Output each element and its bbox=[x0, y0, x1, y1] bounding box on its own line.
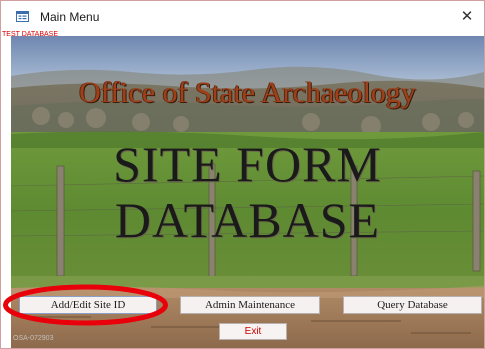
form-body: TEST DATABASE Office of State Archaeolog… bbox=[1, 31, 484, 348]
exit-button[interactable]: Exit bbox=[219, 323, 287, 340]
test-database-label: TEST DATABASE bbox=[2, 31, 59, 38]
title-bar[interactable]: Main Menu ✕ bbox=[1, 1, 484, 31]
close-icon: ✕ bbox=[460, 7, 474, 25]
office-heading: Office of State Archaeology bbox=[79, 76, 416, 109]
close-button[interactable]: ✕ bbox=[456, 5, 478, 27]
query-database-button[interactable]: Query Database bbox=[343, 296, 482, 314]
main-menu-window: Main Menu ✕ TEST DATABASE Office of Stat… bbox=[0, 0, 485, 349]
version-label: OSA-072903 bbox=[13, 335, 54, 342]
database-heading: DATABASE bbox=[114, 192, 381, 248]
admin-maintenance-button[interactable]: Admin Maintenance bbox=[180, 296, 320, 314]
site-form-heading: SITE FORM bbox=[113, 136, 382, 192]
access-form-icon bbox=[16, 11, 29, 22]
add-edit-site-id-button[interactable]: Add/Edit Site ID bbox=[19, 296, 157, 314]
window-title: Main Menu bbox=[40, 10, 100, 24]
